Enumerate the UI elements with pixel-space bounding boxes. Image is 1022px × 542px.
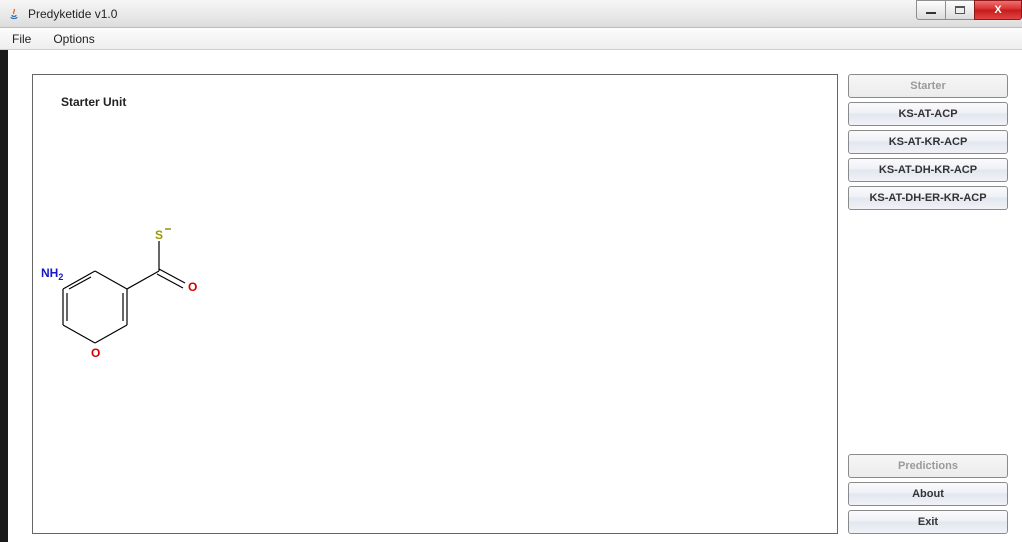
menubar: File Options — [0, 28, 1022, 50]
ks-at-dh-kr-acp-button[interactable]: KS-AT-DH-KR-ACP — [848, 158, 1008, 182]
structure-canvas: Starter Unit — [32, 74, 838, 534]
window-controls: X — [917, 0, 1022, 20]
menu-options[interactable]: Options — [49, 30, 98, 48]
predictions-button[interactable]: Predictions — [848, 454, 1008, 478]
atom-o-carbonyl: O — [188, 280, 197, 294]
starter-button[interactable]: Starter — [848, 74, 1008, 98]
desktop-edge — [0, 50, 8, 542]
ks-at-acp-button[interactable]: KS-AT-ACP — [848, 102, 1008, 126]
client-area: Starter Unit — [8, 50, 1022, 542]
atom-s: S — [155, 228, 163, 242]
java-icon — [6, 6, 22, 22]
canvas-title: Starter Unit — [61, 95, 126, 109]
atom-nh2: NH2 — [41, 266, 63, 282]
menu-file[interactable]: File — [8, 30, 35, 48]
about-button[interactable]: About — [848, 482, 1008, 506]
window-titlebar[interactable]: Predyketide v1.0 X — [0, 0, 1022, 28]
app-window: Predyketide v1.0 X File Options Starter … — [0, 0, 1022, 542]
ks-at-dh-er-kr-acp-button[interactable]: KS-AT-DH-ER-KR-ACP — [848, 186, 1008, 210]
close-button[interactable]: X — [974, 0, 1022, 20]
maximize-button[interactable] — [945, 0, 975, 20]
atom-o-hydroxyl: O — [91, 346, 100, 360]
ks-at-kr-acp-button[interactable]: KS-AT-KR-ACP — [848, 130, 1008, 154]
exit-button[interactable]: Exit — [848, 510, 1008, 534]
minimize-button[interactable] — [916, 0, 946, 20]
side-spacer — [848, 214, 1008, 450]
side-panel: Starter KS-AT-ACP KS-AT-KR-ACP KS-AT-DH-… — [848, 74, 1008, 534]
molecule-diagram: S O O NH2 — [41, 225, 221, 408]
window-title: Predyketide v1.0 — [28, 7, 117, 21]
